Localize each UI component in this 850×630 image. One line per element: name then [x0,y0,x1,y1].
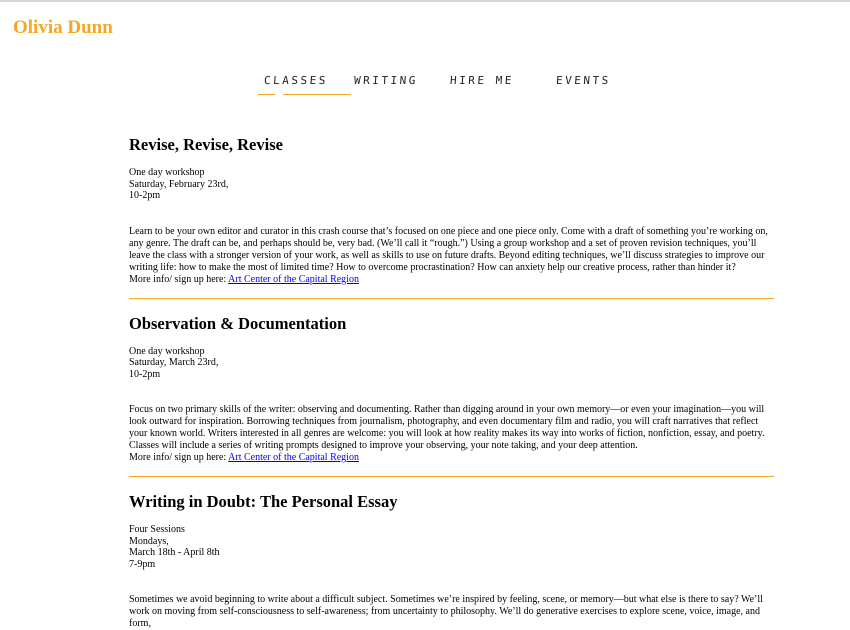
more-info-row: More info/ sign up here: Art Center of t… [129,452,774,464]
section-divider [129,476,774,477]
signup-link[interactable]: Art Center of the Capital Region [228,452,359,463]
more-info-label: More info/ sign up here: [129,273,229,285]
class-date: Saturday, March 23rd, [129,357,219,368]
class-format: One day workshop [129,167,205,178]
class-title: Observation & Documentation [129,313,347,333]
class-description-text: Focus on two primary skills of the write… [129,404,765,451]
class-meta: One day workshop Saturday, March 23rd, 1… [129,346,774,381]
class-section-writing-in-doubt: Writing in Doubt: The Personal Essay Fou… [129,491,774,630]
class-title: Writing in Doubt: The Personal Essay [129,492,398,511]
nav-item-classes[interactable]: Classes [263,73,329,89]
main-nav: Classes Writing Hire me Events [0,73,850,103]
class-date: Saturday, February 23rd, [129,178,229,190]
class-section-observation: Observation & Documentation One day work… [129,313,774,477]
more-info-row: More info/ sign up here: Art Center of t… [129,274,774,286]
class-description-text: Learn to be your own editor and curator … [129,225,768,273]
class-format: One day workshop [129,345,205,357]
section-divider [129,297,774,299]
nav-item-hire-me[interactable]: Hire me [449,73,515,89]
class-list: Revise, Revise, Revise One day workshop … [129,134,774,630]
nav-active-underline-right [283,94,351,95]
class-meta: One day workshop Saturday, February 23rd… [129,167,774,202]
class-section-revise: Revise, Revise, Revise One day workshop … [129,134,774,299]
signup-link[interactable]: Art Center of the Capital Region [228,274,359,285]
class-description: Focus on two primary skills of the write… [129,404,774,464]
nav-item-writing[interactable]: Writing [353,73,419,89]
class-meta: Four Sessions Mondays, March 18th - Apri… [129,524,774,570]
class-description-text: Sometimes we avoid beginning to write ab… [129,594,763,629]
class-days: Mondays, [129,535,169,547]
class-description: Sometimes we avoid beginning to write ab… [129,594,774,630]
nav-item-events[interactable]: Events [555,73,612,89]
class-time: 10-2pm [129,368,161,380]
site-title[interactable]: Olivia Dunn [13,17,113,39]
class-description: Learn to be your own editor and curator … [129,226,774,286]
class-title: Revise, Revise, Revise [129,135,283,154]
class-date: March 18th - April 8th [129,547,220,558]
class-time: 7-9pm [129,558,156,570]
more-info-label: More info/ sign up here: [129,452,229,463]
class-time: 10-2pm [129,190,161,201]
class-format: Four Sessions [129,524,185,535]
nav-active-underline-left [258,94,275,95]
